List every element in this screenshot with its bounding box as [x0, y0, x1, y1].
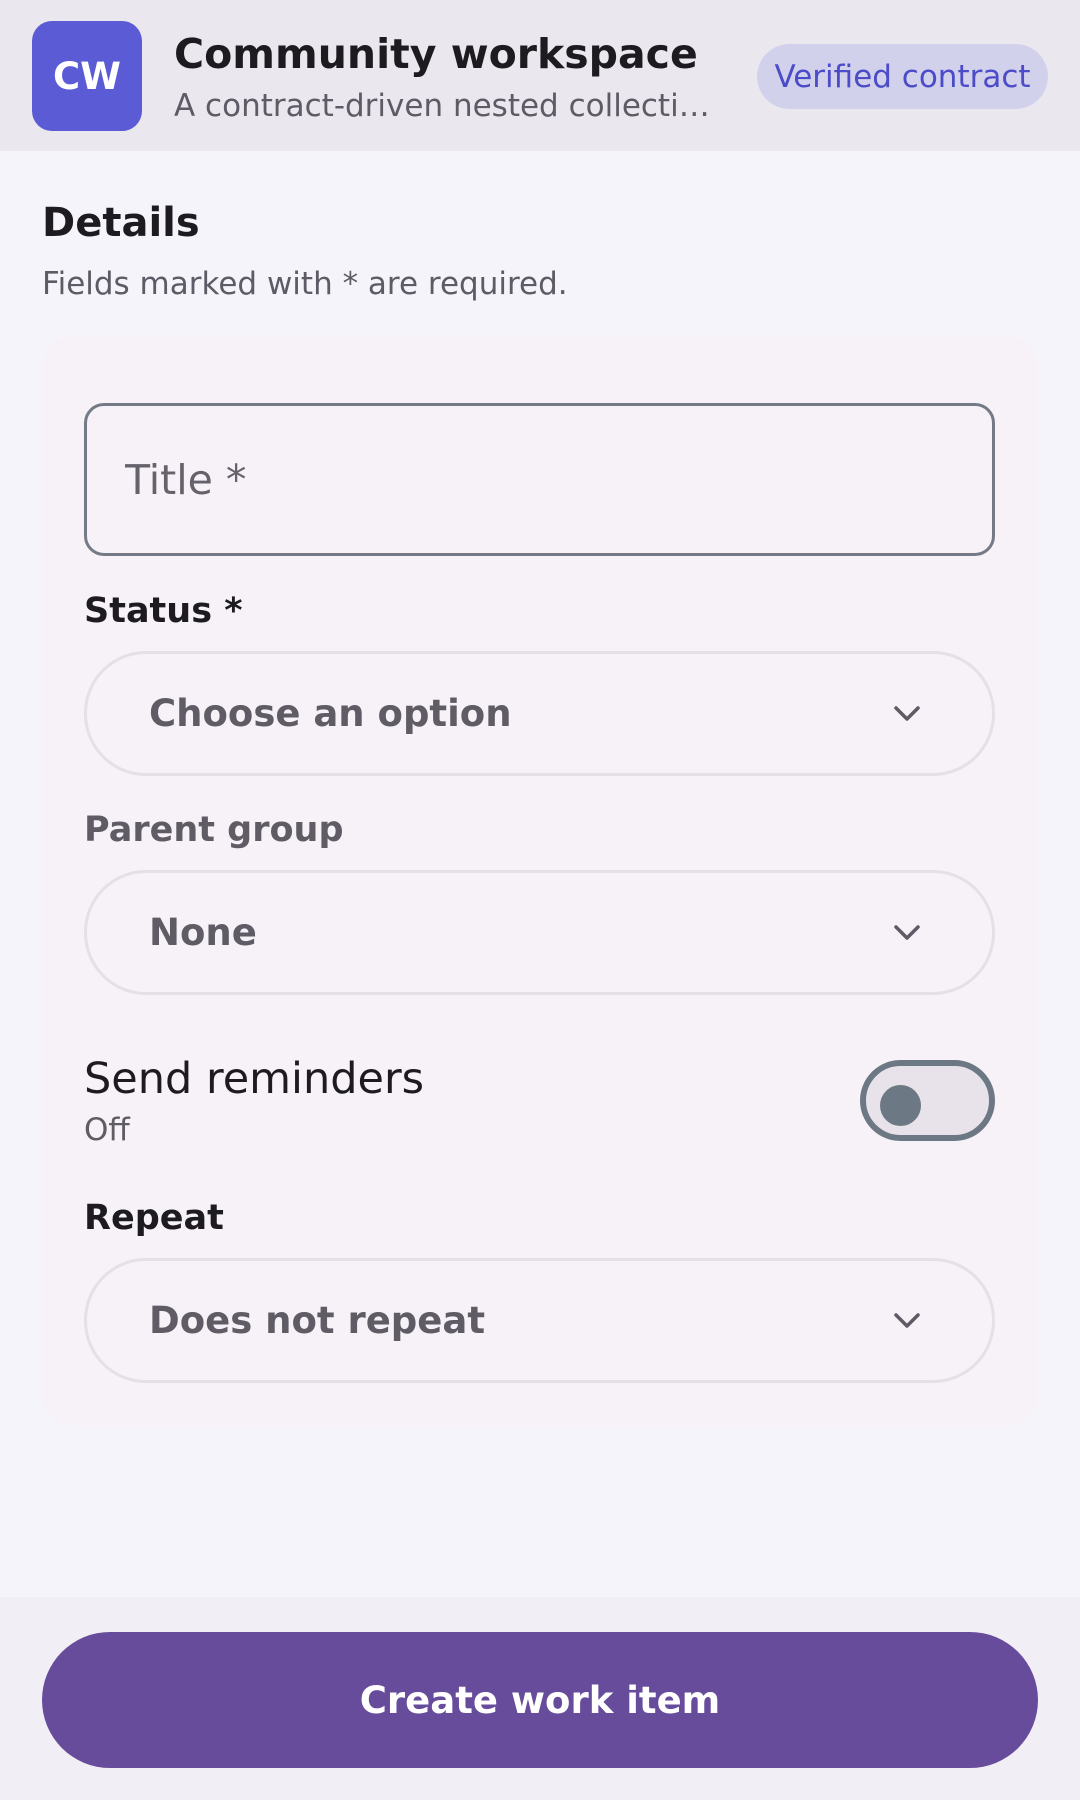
parent-group-selected-value: None — [149, 911, 257, 954]
chevron-down-icon — [894, 1313, 920, 1328]
create-work-item-button[interactable]: Create work item — [42, 1632, 1038, 1768]
toggle-knob — [880, 1085, 921, 1126]
chevron-down-icon — [894, 706, 920, 721]
required-fields-hint: Fields marked with * are required. — [42, 266, 568, 302]
repeat-label: Repeat — [84, 1198, 224, 1238]
status-label: Status * — [84, 591, 243, 631]
parent-group-label: Parent group — [84, 810, 344, 850]
verified-contract-badge: Verified contract — [757, 44, 1048, 109]
title-input[interactable] — [84, 403, 995, 556]
workspace-avatar: CW — [32, 21, 142, 131]
send-reminders-state: Off — [84, 1112, 130, 1148]
parent-group-select[interactable]: None — [84, 870, 995, 995]
send-reminders-toggle[interactable] — [860, 1060, 995, 1141]
status-select[interactable]: Choose an option — [84, 651, 995, 776]
status-selected-value: Choose an option — [149, 692, 512, 735]
app-header: CW Community workspace A contract-driven… — [0, 0, 1080, 151]
repeat-select[interactable]: Does not repeat — [84, 1258, 995, 1383]
workspace-subtitle: A contract-driven nested collection … — [174, 88, 724, 124]
repeat-selected-value: Does not repeat — [149, 1299, 486, 1342]
chevron-down-icon — [894, 925, 920, 940]
workspace-title: Community workspace — [174, 30, 698, 78]
section-title: Details — [42, 200, 200, 246]
send-reminders-label: Send reminders — [84, 1054, 425, 1104]
